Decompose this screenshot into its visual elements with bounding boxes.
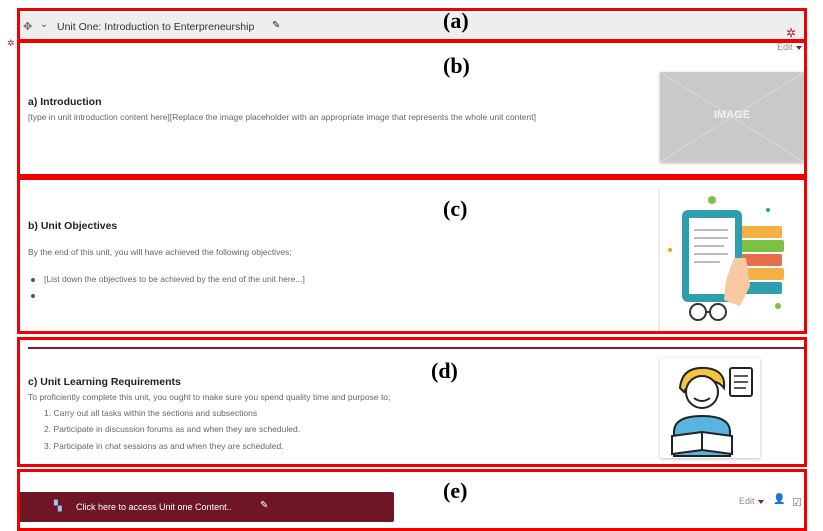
annotation-frame-b [17, 40, 807, 177]
panel-label-c: (c) [443, 196, 468, 221]
annotation-frame-c [17, 177, 807, 334]
annotation-frame-d [17, 337, 807, 467]
panel-label-e: (e) [443, 478, 468, 503]
panel-label-a: (a) [443, 8, 469, 33]
panel-label-d: (d) [431, 358, 458, 383]
annotation-frame-a [17, 8, 807, 42]
panel-label-b: (b) [443, 53, 470, 78]
annotation-frame-e [17, 469, 807, 531]
gear-icon-left[interactable]: ✲ [7, 38, 15, 49]
